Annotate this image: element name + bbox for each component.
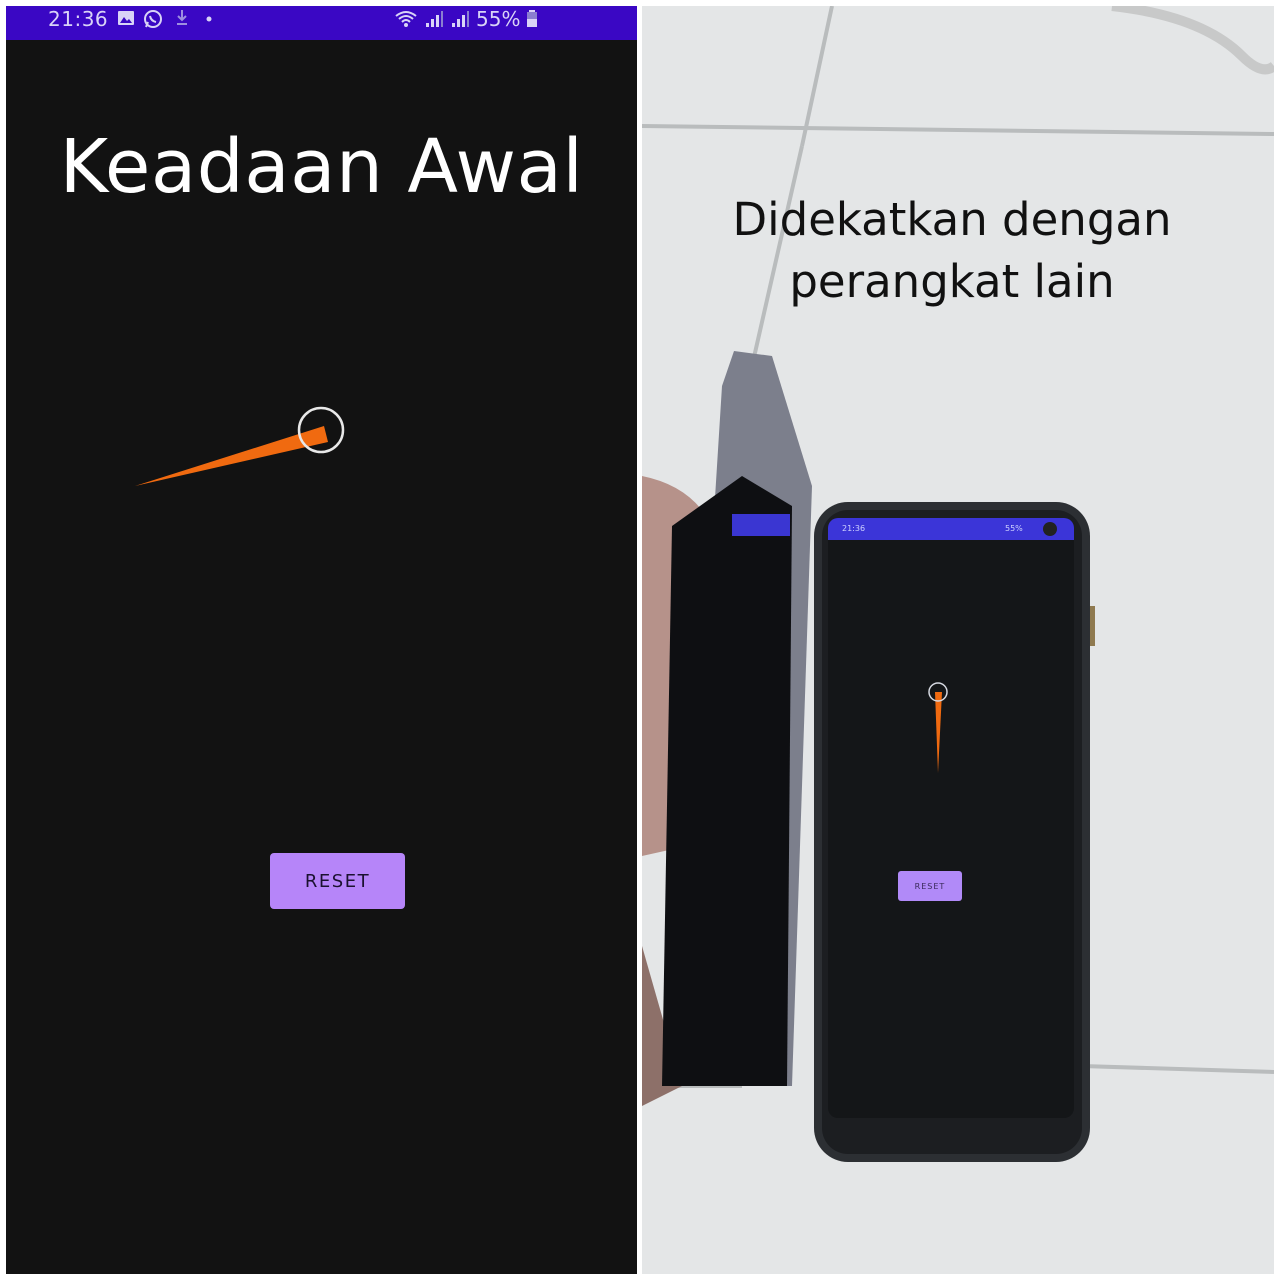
- reset-button[interactable]: RESET: [270, 853, 405, 909]
- photo-caption: Didekatkan dengan perangkat lain: [702, 189, 1202, 313]
- compass-view: [135, 406, 345, 486]
- photo-compass-view: [928, 682, 948, 773]
- photo-panel: Didekatkan dengan perangkat lain 21:36 5…: [642, 6, 1274, 1274]
- photo-reset-button: RESET: [898, 871, 962, 901]
- app-screenshot-panel: 21:36 55% Keadaan Awal RESET: [6, 6, 637, 1274]
- photo-compass-needle: [935, 692, 942, 773]
- caption-line-2: perangkat lain: [789, 255, 1115, 308]
- photo-phone-screen: 21:36 55% RESET: [828, 518, 1074, 1118]
- caption-line-1: Didekatkan dengan: [732, 193, 1172, 246]
